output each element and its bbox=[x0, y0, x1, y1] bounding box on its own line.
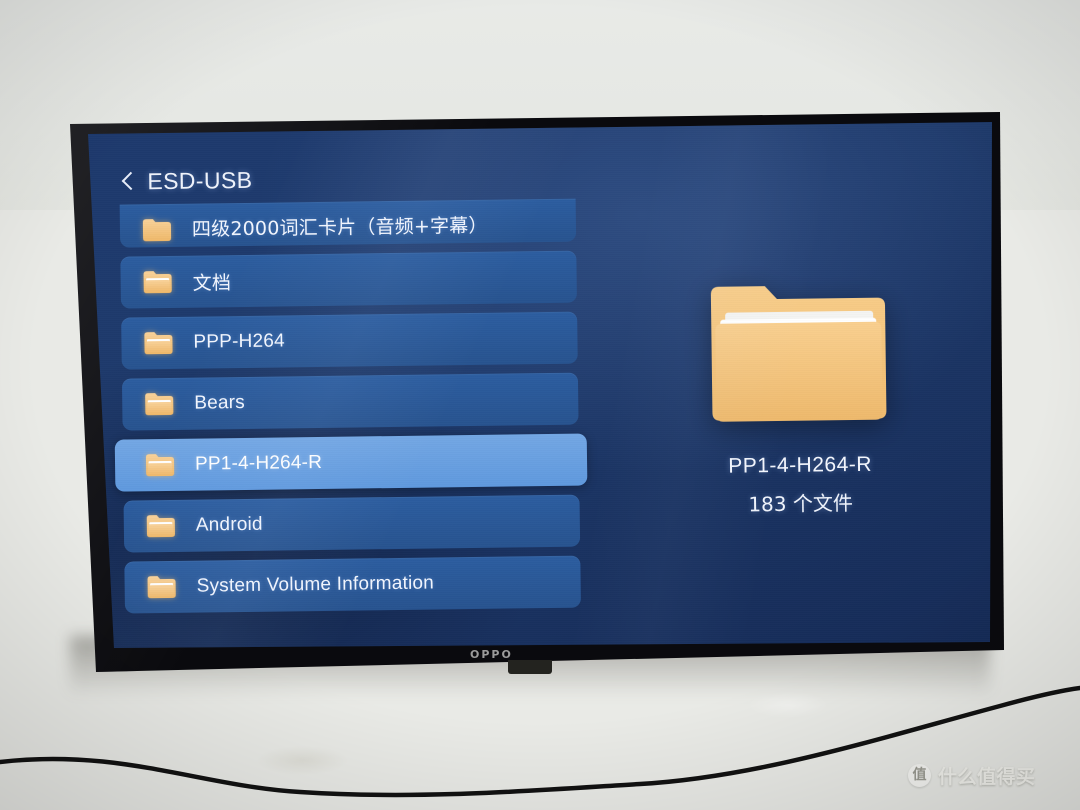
list-item[interactable]: PPP-H264 bbox=[121, 311, 578, 370]
list-item[interactable]: Android bbox=[123, 494, 581, 553]
chevron-left-icon[interactable] bbox=[121, 171, 134, 193]
photo-scene: ESD-USB 四级2000词汇卡片（音频+字幕） 文档 PPP-H264 Bears… bbox=[0, 0, 1080, 810]
file-manager-ui: ESD-USB 四级2000词汇卡片（音频+字幕） 文档 PPP-H264 Bears… bbox=[88, 122, 992, 648]
watermark-badge-icon: 值 bbox=[908, 764, 931, 787]
list-item-label: System Volume Information bbox=[196, 572, 435, 597]
page-title: ESD-USB bbox=[147, 166, 253, 195]
preview-title: PP1-4-H264-R bbox=[728, 452, 873, 478]
tv-screen: ESD-USB 四级2000词汇卡片（音频+字幕） 文档 PPP-H264 Bears… bbox=[88, 122, 992, 648]
large-folder-icon bbox=[703, 270, 895, 432]
list-item-label: Bears bbox=[194, 391, 246, 414]
folder-icon bbox=[145, 453, 175, 477]
list-item[interactable]: 四级2000词汇卡片（音频+字幕） bbox=[119, 198, 577, 248]
breadcrumb-header: ESD-USB bbox=[121, 167, 252, 196]
folder-icon bbox=[146, 514, 176, 538]
folder-icon bbox=[144, 392, 174, 416]
list-item[interactable]: PP1-4-H264-R bbox=[114, 433, 588, 492]
list-item[interactable]: 文档 bbox=[120, 250, 577, 309]
watermark-text: 什么值得买 bbox=[938, 766, 1036, 788]
list-item-label: 文档 bbox=[192, 271, 232, 295]
file-list[interactable]: 四级2000词汇卡片（音频+字幕） 文档 PPP-H264 Bears PP1-4-H2… bbox=[114, 198, 588, 623]
list-item-label: Android bbox=[195, 513, 263, 536]
preview-pane: PP1-4-H264-R 183 个文件 bbox=[633, 270, 966, 519]
list-item-label: 四级2000词汇卡片（音频+字幕） bbox=[191, 214, 488, 241]
list-item-label: PPP-H264 bbox=[193, 330, 285, 353]
list-item[interactable]: Bears bbox=[121, 372, 579, 431]
list-item-label: PP1-4-H264-R bbox=[194, 451, 323, 475]
folder-icon bbox=[143, 270, 173, 294]
folder-icon bbox=[143, 331, 173, 355]
list-item[interactable]: System Volume Information bbox=[124, 555, 581, 614]
folder-icon bbox=[142, 218, 172, 242]
folder-icon bbox=[147, 575, 177, 599]
site-watermark: 值 什么值得买 bbox=[908, 762, 1036, 789]
preview-file-count: 183 个文件 bbox=[748, 491, 854, 517]
